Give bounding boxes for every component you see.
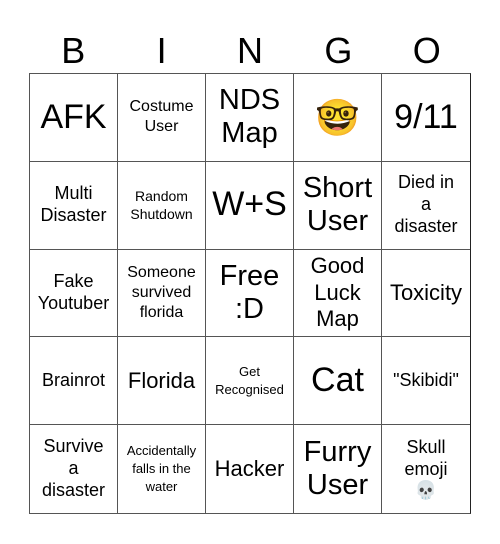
nerd-face-emoji-icon: 🤓 xyxy=(315,96,360,138)
cell-text: Accidentally falls in the water xyxy=(126,442,197,495)
bingo-cell[interactable]: Furry User xyxy=(294,425,382,513)
header-letter-g: G xyxy=(324,30,353,71)
skull-emoji-icon: 💀 xyxy=(414,480,438,501)
cell-text: Florida xyxy=(127,367,196,393)
cell-text: AFK xyxy=(40,97,107,136)
bingo-cell[interactable]: Skull emoji 💀 xyxy=(382,425,470,513)
bingo-cell[interactable]: Survive a disaster xyxy=(30,425,118,513)
bingo-cell[interactable]: 9/11 xyxy=(382,74,470,162)
cell-text: Good Luck Map xyxy=(310,253,365,332)
cell-text: Furry User xyxy=(303,435,372,502)
cell-text: Random Shutdown xyxy=(130,188,193,223)
bingo-cell[interactable]: AFK xyxy=(30,74,118,162)
bingo-cell[interactable]: Costume User xyxy=(118,74,206,162)
bingo-header: B I N G O xyxy=(29,28,471,73)
cell-text: Brainrot xyxy=(41,369,106,390)
header-letter-b: B xyxy=(61,30,86,71)
header-letter-n: N xyxy=(236,30,263,71)
cell-text: Short User xyxy=(302,171,373,238)
cell-text: Skull emoji xyxy=(404,437,448,480)
cell-text: Free :D xyxy=(219,259,280,325)
cell-text: Toxicity xyxy=(389,279,463,305)
cell-text: Multi Disaster xyxy=(40,183,107,226)
bingo-cell[interactable]: Hacker xyxy=(206,425,294,513)
bingo-cell[interactable]: Fake Youtuber xyxy=(30,249,118,338)
cell-text: Cat xyxy=(311,360,364,399)
cell-text: Died in a disaster xyxy=(394,172,458,237)
bingo-cell[interactable]: Random Shutdown xyxy=(118,161,206,250)
bingo-cell[interactable]: Florida xyxy=(118,337,206,426)
bingo-cell[interactable]: Toxicity xyxy=(382,250,470,338)
bingo-cell[interactable]: "Skibidi" xyxy=(382,337,470,426)
bingo-cell[interactable]: Brainrot xyxy=(30,337,118,426)
cell-text: 9/11 xyxy=(394,97,458,136)
cell-text: NDS Map xyxy=(218,84,281,150)
header-letter-o: O xyxy=(412,30,441,71)
cell-text: Survive a disaster xyxy=(41,436,106,501)
cell-text: Fake Youtuber xyxy=(37,271,110,313)
cell-text: Someone survived florida xyxy=(127,263,196,321)
cell-text: Hacker xyxy=(214,455,285,481)
bingo-cell[interactable]: 🤓 xyxy=(294,74,382,162)
bingo-cell[interactable]: Multi Disaster xyxy=(30,161,118,250)
bingo-board: AFK Costume User NDS Map 🤓 9/11 Multi Di… xyxy=(29,73,471,514)
bingo-cell[interactable]: Get Recognised xyxy=(206,337,294,426)
bingo-cell[interactable]: Someone survived florida xyxy=(118,249,206,338)
bingo-cell[interactable]: Accidentally falls in the water xyxy=(118,425,206,513)
cell-text: Costume User xyxy=(129,98,194,136)
header-letter-i: I xyxy=(156,30,167,71)
bingo-cell[interactable]: NDS Map xyxy=(206,74,294,162)
bingo-cell[interactable]: W+S xyxy=(206,161,294,250)
cell-text: Get Recognised xyxy=(215,363,284,397)
bingo-cell[interactable]: Short User xyxy=(294,161,382,250)
cell-text: W+S xyxy=(212,185,287,224)
free-space-cell[interactable]: Free :D xyxy=(206,249,294,338)
bingo-cell[interactable]: Died in a disaster xyxy=(382,162,470,250)
cell-text: "Skibidi" xyxy=(393,369,459,390)
bingo-cell[interactable]: Cat xyxy=(294,337,382,426)
bingo-cell[interactable]: Good Luck Map xyxy=(294,249,382,338)
